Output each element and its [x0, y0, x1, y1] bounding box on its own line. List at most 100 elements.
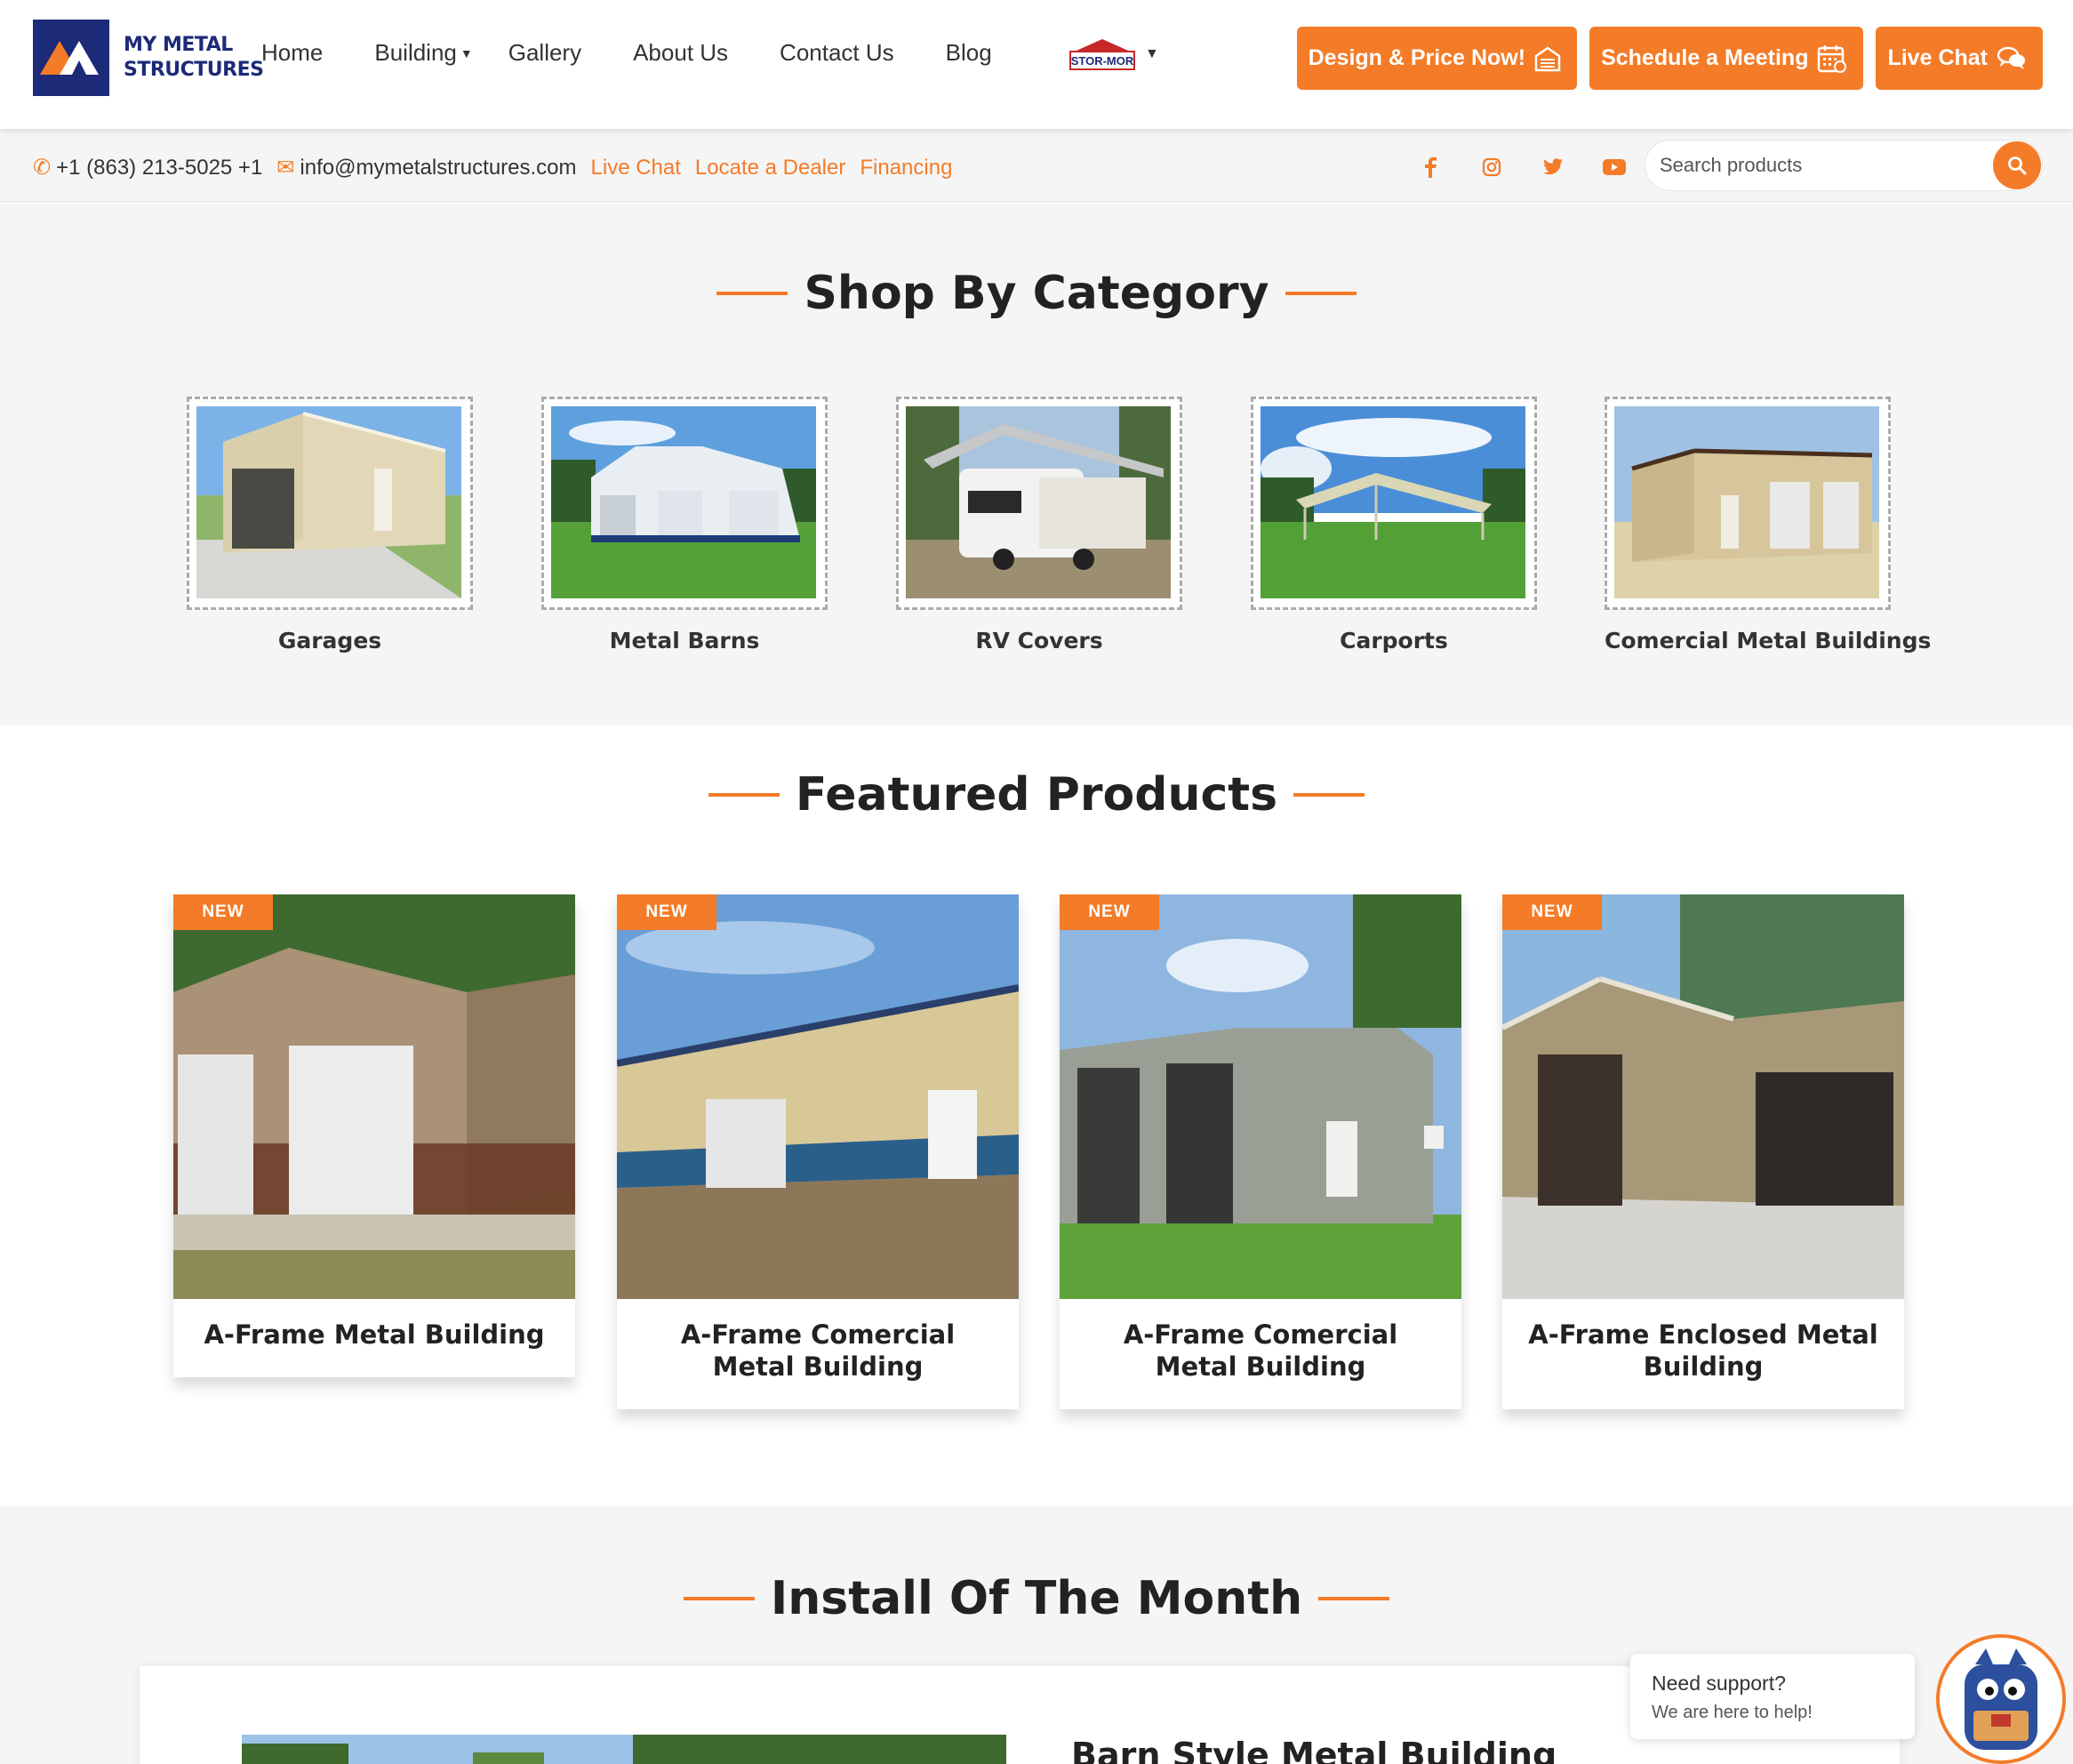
install-of-the-month-title: Install Of The Month [770, 1572, 1303, 1625]
main-nav: Home Building ▼ Gallery About Us Contact… [261, 39, 1044, 67]
site-header: MY METAL STRUCTURES Home Building ▼ Gall… [0, 0, 2073, 129]
stormor-wordmark: STOR-MOR [1071, 54, 1134, 68]
utility-bar: ✆ +1 (863) 213-5025 +1 ✉ info@mymetalstr… [0, 129, 2073, 202]
search-box [1645, 140, 2043, 191]
schedule-meeting-label: Schedule a Meeting [1601, 45, 1809, 70]
category-label: Carports [1340, 628, 1448, 653]
mascot-icon [1940, 1638, 2062, 1760]
logo-wordmark: MY METAL STRUCTURES [124, 33, 264, 83]
nav-home[interactable]: Home [261, 39, 323, 67]
support-title: Need support? [1652, 1672, 1786, 1695]
design-price-label: Design & Price Now! [1308, 45, 1526, 70]
product-title: A-Frame Metal Building [204, 1319, 545, 1350]
search-button[interactable] [1993, 141, 2041, 189]
heading-dash [708, 793, 780, 797]
logo-line-2: STRUCTURES [124, 59, 264, 81]
product-image: NEW [617, 894, 1019, 1299]
category-image-frame [896, 397, 1182, 610]
nav-contact-us[interactable]: Contact Us [780, 39, 894, 67]
email-link[interactable]: info@mymetalstructures.com [300, 156, 576, 180]
envelope-icon: ✉ [276, 156, 295, 180]
category-label: RV Covers [975, 628, 1103, 653]
search-icon [2008, 156, 2027, 175]
shop-by-category-heading: Shop By Category [0, 267, 2073, 320]
category-garages[interactable]: Garages [187, 397, 473, 653]
category-label: Metal Barns [609, 628, 760, 653]
nav-blog[interactable]: Blog [946, 39, 992, 67]
social-links [1413, 150, 1659, 184]
facebook-icon[interactable] [1413, 150, 1447, 184]
carport-photo [1261, 406, 1527, 600]
calendar-icon [1818, 44, 1847, 73]
heading-dash [1285, 292, 1357, 295]
featured-products-heading: Featured Products [0, 768, 2073, 822]
new-badge: NEW [617, 894, 716, 930]
product-title: A-Frame Comercial Metal Building [1123, 1319, 1398, 1382]
barn-icon [1534, 45, 1561, 71]
phone-icon: ✆ [33, 156, 52, 180]
locate-dealer-link[interactable]: Locate a Dealer [695, 156, 845, 180]
live-chat-link[interactable]: Live Chat [591, 156, 681, 180]
site-logo[interactable]: MY METAL STRUCTURES [33, 20, 264, 96]
schedule-meeting-button[interactable]: Schedule a Meeting [1589, 27, 1864, 90]
stormor-logo: STOR-MOR [1067, 37, 1138, 71]
category-image-frame [1605, 397, 1891, 610]
category-image-frame [187, 397, 473, 610]
rv-cover-photo [906, 406, 1173, 600]
nav-building[interactable]: Building ▼ [374, 39, 472, 67]
support-popup[interactable]: Need support? We are here to help! [1630, 1654, 1915, 1739]
nav-gallery[interactable]: Gallery [508, 39, 581, 67]
heading-dash [683, 1597, 755, 1600]
twitter-icon[interactable] [1536, 150, 1570, 184]
new-badge: NEW [1060, 894, 1159, 930]
category-comercial-metal-buildings[interactable]: Comercial Metal Buildings [1605, 397, 1932, 653]
product-image: NEW [173, 894, 575, 1299]
category-image-frame [1251, 397, 1537, 610]
install-photo [242, 1735, 1006, 1764]
nav-about-us[interactable]: About Us [633, 39, 728, 67]
live-chat-button[interactable]: Live Chat [1876, 27, 2043, 90]
featured-products-title: Featured Products [795, 768, 1278, 822]
financing-link[interactable]: Financing [860, 156, 952, 180]
chat-mascot-button[interactable] [1936, 1634, 2066, 1764]
featured-products-section: Featured Products NEW A-Frame Metal Buil… [0, 726, 2073, 1506]
page: MY METAL STRUCTURES Home Building ▼ Gall… [0, 0, 2073, 1764]
chevron-down-icon: ▼ [460, 45, 473, 60]
design-price-button[interactable]: Design & Price Now! [1296, 27, 1578, 90]
category-metal-barns[interactable]: Metal Barns [541, 397, 828, 653]
product-title: A-Frame Enclosed Metal Building [1528, 1319, 1878, 1382]
product-card[interactable]: NEW A-Frame Comercial Metal Building [617, 894, 1019, 1409]
instagram-icon[interactable] [1475, 150, 1509, 184]
garage-photo [196, 406, 463, 600]
new-badge: NEW [173, 894, 273, 930]
category-image-frame [541, 397, 828, 610]
live-chat-label: Live Chat [1887, 45, 1988, 70]
category-label: Comercial Metal Buildings [1605, 628, 1932, 653]
heading-dash [1293, 793, 1365, 797]
product-card[interactable]: NEW A-Frame Enclosed Metal Building [1502, 894, 1904, 1409]
logo-mark-icon [33, 20, 109, 96]
youtube-icon[interactable] [1597, 150, 1631, 184]
new-badge: NEW [1502, 894, 1602, 930]
shop-by-category-section: Shop By Category Garages Metal Barns RV … [0, 203, 2073, 726]
commercial-building-photo [1614, 406, 1881, 600]
install-item-title: Barn Style Metal Building [1071, 1736, 1557, 1764]
chat-bubbles-icon [1997, 46, 2025, 69]
phone-link[interactable]: +1 (863) 213-5025 +1 [56, 156, 262, 180]
search-input[interactable] [1660, 140, 1980, 190]
install-of-the-month-heading: Install Of The Month [0, 1572, 2073, 1625]
partner-dropdown[interactable]: STOR-MOR ▼ [1067, 37, 1159, 71]
product-card[interactable]: NEW A-Frame Comercial Metal Building [1060, 894, 1461, 1409]
shop-by-category-title: Shop By Category [804, 267, 1269, 320]
nav-building-label: Building [374, 39, 457, 66]
category-label: Garages [277, 628, 382, 653]
product-image: NEW [1502, 894, 1904, 1299]
product-title: A-Frame Comercial Metal Building [680, 1319, 956, 1382]
product-card[interactable]: NEW A-Frame Metal Building [173, 894, 575, 1377]
category-carports[interactable]: Carports [1251, 397, 1537, 653]
support-subtitle: We are here to help! [1652, 1703, 1813, 1722]
cta-group: Design & Price Now! Schedule a Meeting L… [1285, 27, 2043, 90]
heading-dash [716, 292, 788, 295]
category-rv-covers[interactable]: RV Covers [896, 397, 1182, 653]
product-image: NEW [1060, 894, 1461, 1299]
